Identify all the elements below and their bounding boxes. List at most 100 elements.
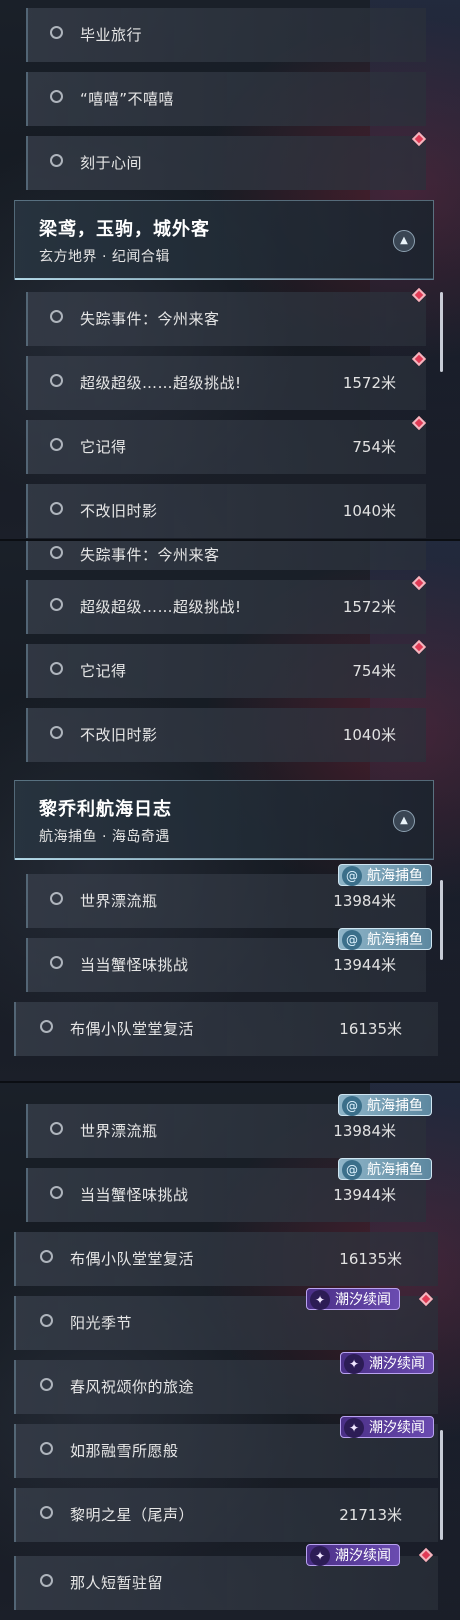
fishing-tag-label: 航海捕鱼	[367, 1162, 423, 1178]
chevron-up-icon[interactable]: ▲	[393, 810, 415, 832]
section-title: 黎乔利航海日志	[39, 799, 172, 820]
quest-row[interactable]: 它记得 754米	[26, 644, 426, 698]
section-header[interactable]: 梁鸢，玉驹，城外客 玄方地界 · 纪闻合辑 ▲	[14, 200, 434, 280]
screenshot-divider	[0, 1081, 460, 1083]
fishing-tag: @ 航海捕鱼	[338, 1094, 432, 1116]
circle-outline-icon	[40, 1250, 53, 1263]
quest-row[interactable]: 毕业旅行	[26, 8, 426, 62]
quest-row[interactable]: 不改旧时影 1040米	[26, 484, 426, 538]
quest-label: 如那融雪所愿般	[70, 1442, 179, 1460]
fishing-tag: @ 航海捕鱼	[338, 928, 432, 950]
quest-label: 布偶小队堂堂复活	[70, 1250, 195, 1268]
quest-label: 黎明之星（尾声）	[70, 1506, 195, 1524]
circle-outline-icon	[50, 502, 63, 515]
circle-outline-icon	[50, 438, 63, 451]
quest-row[interactable]: 刻于心间	[26, 136, 426, 190]
tide-tag-label: 潮汐续闻	[369, 1420, 425, 1436]
circle-outline-icon	[50, 662, 63, 675]
quest-label: 超级超级……超级挑战!	[80, 598, 242, 616]
quest-distance: 1572米	[342, 598, 396, 616]
chevron-up-icon[interactable]: ▲	[393, 230, 415, 252]
fishing-tag-label: 航海捕鱼	[367, 868, 423, 884]
quest-label: 那人短暂驻留	[70, 1574, 164, 1592]
screenshot-divider	[0, 539, 460, 541]
tide-tag-label: 潮汐续闻	[335, 1548, 391, 1564]
quest-distance: 16135米	[339, 1020, 402, 1038]
quest-distance: 1572米	[342, 374, 396, 392]
quest-row[interactable]: 不改旧时影 1040米	[26, 708, 426, 762]
quest-label: 不改旧时影	[80, 726, 158, 744]
circle-outline-icon	[50, 956, 63, 969]
quest-row-selected[interactable]: 布偶小队堂堂复活 16135米	[14, 1002, 438, 1056]
quest-label: 阳光季节	[70, 1314, 133, 1332]
circle-outline-icon	[40, 1574, 53, 1587]
quest-row[interactable]: “嘻嘻”不嘻嘻	[26, 72, 426, 126]
circle-outline-icon	[50, 892, 63, 905]
quest-distance: 1040米	[342, 502, 396, 520]
quest-list-screen-1: 毕业旅行 “嘻嘻”不嘻嘻 刻于心间 梁鸢，玉驹，城外客 玄方地界 · 纪闻合辑 …	[0, 0, 460, 540]
circle-outline-icon	[50, 598, 63, 611]
fishing-tag: @ 航海捕鱼	[338, 864, 432, 886]
quest-label: 失踪事件：今州来客	[80, 310, 220, 328]
quest-label: 世界漂流瓶	[80, 892, 158, 910]
quest-distance: 13984米	[333, 892, 396, 910]
quest-label: 当当蟹怪味挑战	[80, 956, 189, 974]
quest-distance: 1040米	[342, 726, 396, 744]
circle-outline-icon	[40, 1506, 53, 1519]
scrollbar-thumb[interactable]	[440, 292, 443, 372]
tide-tag: ✦ 潮汐续闻	[340, 1352, 434, 1374]
quest-row[interactable]: 超级超级……超级挑战! 1572米	[26, 356, 426, 410]
tide-tag: ✦ 潮汐续闻	[306, 1544, 400, 1566]
quest-distance: 13984米	[333, 1122, 396, 1140]
feather-icon: ✦	[344, 1354, 364, 1374]
section-subtitle: 玄方地界 · 纪闻合辑	[39, 249, 170, 265]
quest-label: 布偶小队堂堂复活	[70, 1020, 195, 1038]
circle-outline-icon	[50, 310, 63, 323]
quest-label: 失踪事件：今州来客	[80, 546, 220, 564]
circle-outline-icon	[40, 1314, 53, 1327]
quest-label: 刻于心间	[80, 154, 143, 172]
quest-distance: 13944米	[333, 1186, 396, 1204]
quest-list-screen-2: 失踪事件：今州来客 超级超级……超级挑战! 1572米 它记得 754米 不改旧…	[0, 540, 460, 1082]
quest-label: 超级超级……超级挑战!	[80, 374, 242, 392]
fish-spiral-icon: @	[342, 1160, 362, 1180]
fishing-tag-label: 航海捕鱼	[367, 1098, 423, 1114]
quest-row[interactable]: 布偶小队堂堂复活 16135米	[14, 1232, 438, 1286]
feather-icon: ✦	[344, 1418, 364, 1438]
feather-icon: ✦	[310, 1290, 330, 1310]
circle-outline-icon	[40, 1020, 53, 1033]
quest-list-screen-3: @ 航海捕鱼 世界漂流瓶 13984米 @ 航海捕鱼 当当蟹怪味挑战 13944…	[0, 1082, 460, 1620]
circle-outline-icon	[50, 374, 63, 387]
quest-distance: 16135米	[339, 1250, 402, 1268]
fish-spiral-icon: @	[342, 866, 362, 886]
quest-label: 不改旧时影	[80, 502, 158, 520]
circle-outline-icon	[50, 1122, 63, 1135]
section-header[interactable]: 黎乔利航海日志 航海捕鱼 · 海岛奇遇 ▲	[14, 780, 434, 860]
quest-label: 世界漂流瓶	[80, 1122, 158, 1140]
circle-outline-icon	[40, 1378, 53, 1391]
circle-outline-icon	[50, 546, 63, 559]
quest-row[interactable]: 超级超级……超级挑战! 1572米	[26, 580, 426, 634]
tide-tag-label: 潮汐续闻	[369, 1356, 425, 1372]
quest-distance: 754米	[352, 662, 396, 680]
circle-outline-icon	[50, 1186, 63, 1199]
quest-label: 它记得	[80, 662, 127, 680]
fish-spiral-icon: @	[342, 930, 362, 950]
quest-label: “嘻嘻”不嘻嘻	[80, 90, 175, 108]
fish-spiral-icon: @	[342, 1096, 362, 1116]
circle-outline-icon	[50, 90, 63, 103]
quest-row[interactable]: 黎明之星（尾声） 21713米	[14, 1488, 438, 1542]
circle-outline-icon	[50, 154, 63, 167]
tide-tag-label: 潮汐续闻	[335, 1292, 391, 1308]
scrollbar-thumb[interactable]	[440, 880, 443, 960]
quest-row[interactable]: 失踪事件：今州来客	[26, 292, 426, 346]
scrollbar-thumb[interactable]	[440, 1430, 443, 1540]
quest-distance: 21713米	[339, 1506, 402, 1524]
circle-outline-icon	[40, 1442, 53, 1455]
fishing-tag: @ 航海捕鱼	[338, 1158, 432, 1180]
quest-label: 它记得	[80, 438, 127, 456]
circle-outline-icon	[50, 26, 63, 39]
quest-row[interactable]: 失踪事件：今州来客	[26, 540, 426, 570]
feather-icon: ✦	[310, 1546, 330, 1566]
quest-row[interactable]: 它记得 754米	[26, 420, 426, 474]
